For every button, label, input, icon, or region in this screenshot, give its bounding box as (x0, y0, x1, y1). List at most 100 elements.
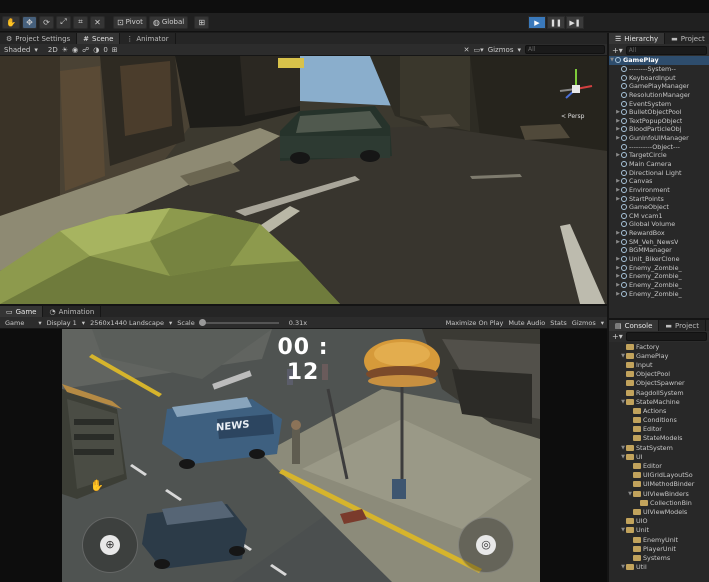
project-folder[interactable]: UIO (609, 517, 709, 526)
project-folder[interactable]: ▼ UI (609, 452, 709, 461)
project-folder[interactable]: ▼ StatSystem (609, 443, 709, 452)
tab-project[interactable]: ▬ Project (665, 33, 709, 44)
hierarchy-item[interactable]: --------System-- (609, 65, 709, 74)
play-button[interactable]: ▶ (528, 16, 546, 29)
project-folder[interactable]: RagdollSystem (609, 388, 709, 397)
hierarchy-item[interactable]: CM vcam1 (609, 212, 709, 221)
scene-search-input[interactable]: All (525, 45, 605, 54)
project-folder[interactable]: Editor (609, 461, 709, 470)
scale-slider-knob[interactable] (198, 318, 206, 326)
project-folder[interactable]: Actions (609, 406, 709, 415)
tab-scene[interactable]: # Scene (77, 33, 121, 44)
project-folder[interactable]: ObjectSpawner (609, 379, 709, 388)
hierarchy-search-input[interactable]: All (625, 45, 707, 55)
project-folder[interactable]: ▼ Util (609, 563, 709, 572)
project-folder[interactable]: ▼ StateMachine (609, 397, 709, 406)
tab-hierarchy[interactable]: ☰ Hierarchy (609, 33, 666, 44)
project-folder[interactable]: UIGridLayoutSo (609, 471, 709, 480)
tab-project-settings[interactable]: ⚙ Project Settings (0, 33, 78, 44)
project-folder[interactable]: StateModels (609, 434, 709, 443)
view-mode-dropdown[interactable]: Game (5, 319, 24, 327)
hierarchy-item[interactable]: EventSystem (609, 99, 709, 108)
maximize-on-play-toggle[interactable]: Maximize On Play (446, 319, 504, 327)
hierarchy-item[interactable]: ▶ TargetCircle (609, 151, 709, 160)
game-viewport[interactable]: 00 : 12 NEWS ⊕ ◎ ✋ (62, 329, 540, 582)
rotate-tool-button[interactable]: ⟳ (38, 15, 54, 29)
hierarchy-item[interactable]: ▶ BloodParticleObj (609, 125, 709, 134)
grid-icon[interactable]: ⊞ (112, 46, 118, 54)
gizmos-dropdown[interactable]: Gizmos (488, 46, 514, 54)
hierarchy-item[interactable]: ResolutionManager (609, 91, 709, 100)
hierarchy-item[interactable]: GameObject (609, 203, 709, 212)
project-folder[interactable]: Input (609, 360, 709, 369)
hierarchy-item[interactable]: ▶ Environment (609, 186, 709, 195)
hand-tool-button[interactable]: ✋ (2, 15, 20, 29)
project-folder[interactable]: UIMethodBinder (609, 480, 709, 489)
project-folder[interactable]: Conditions (609, 416, 709, 425)
scale-tool-button[interactable]: ⤢ (55, 15, 71, 29)
pause-button[interactable]: ❚❚ (547, 16, 565, 29)
hierarchy-item[interactable]: BGMManager (609, 246, 709, 255)
project-search-input[interactable] (625, 332, 707, 341)
hierarchy-item[interactable]: ----------Object--- (609, 142, 709, 151)
step-button[interactable]: ▶❚ (566, 16, 584, 29)
draw-mode-dropdown[interactable]: Shaded (4, 46, 30, 54)
gizmos-toggle[interactable]: Gizmos (572, 319, 596, 327)
transform-tool-button[interactable]: ✕ (89, 15, 105, 29)
hierarchy-item[interactable]: Global Volume (609, 220, 709, 229)
project-folder[interactable]: Systems (609, 553, 709, 562)
2d-toggle[interactable]: 2D (48, 46, 58, 54)
hierarchy-item[interactable]: ▶ Enemy_Zombie_ (609, 272, 709, 281)
mute-audio-toggle[interactable]: Mute Audio (508, 319, 545, 327)
hierarchy-item[interactable]: ▶ BulletObjectPool (609, 108, 709, 117)
hierarchy-item[interactable]: KeyboardInput (609, 73, 709, 82)
project-folder[interactable]: ▼ GamePlay (609, 351, 709, 360)
visibility-icon[interactable]: ◑ (93, 46, 99, 54)
hierarchy-item[interactable]: ▶ SM_Veh_NewsV (609, 237, 709, 246)
move-joystick[interactable]: ⊕ (82, 517, 138, 573)
move-tool-button[interactable]: ✥ (21, 15, 37, 29)
camera-icon[interactable]: ▭▾ (474, 46, 484, 54)
persp-label[interactable]: < Persp (561, 113, 584, 120)
hierarchy-item[interactable]: ▶ Enemy_Zombie_ (609, 289, 709, 298)
project-folder[interactable]: ObjectPool (609, 370, 709, 379)
audio-toggle-icon[interactable]: ◉ (72, 46, 78, 54)
tab-game[interactable]: ▭ Game (0, 306, 44, 317)
project-folder[interactable]: PlayerUnit (609, 544, 709, 553)
aim-joystick[interactable]: ◎ (458, 517, 514, 573)
tab-console[interactable]: ▤ Console (609, 320, 660, 331)
add-icon[interactable]: +▾ (612, 332, 623, 341)
hierarchy-item[interactable]: ▶ Enemy_Zombie_ (609, 263, 709, 272)
scene-viewport[interactable]: < Persp (0, 56, 607, 304)
rect-tool-button[interactable]: ⌗ (72, 15, 88, 29)
pivot-toggle[interactable]: ⊡ Pivot (112, 15, 147, 29)
hierarchy-item[interactable]: ▶ Canvas (609, 177, 709, 186)
tools-icon[interactable]: ✕ (464, 46, 470, 54)
hierarchy-item[interactable]: Main Camera (609, 160, 709, 169)
lighting-toggle-icon[interactable]: ☀ (62, 46, 68, 54)
project-folder[interactable]: Factory (609, 342, 709, 351)
project-folder[interactable]: Editor (609, 425, 709, 434)
global-toggle[interactable]: ◍ Global (148, 15, 189, 29)
project-folder[interactable]: EnemyUnit (609, 535, 709, 544)
project-folder[interactable]: UIViewModels (609, 507, 709, 516)
add-icon[interactable]: +▾ (612, 46, 623, 55)
stats-toggle[interactable]: Stats (550, 319, 567, 327)
grid-snap-button[interactable]: ⊞ (194, 15, 210, 29)
hierarchy-item[interactable]: ▶ Enemy_Zombie_ (609, 281, 709, 290)
tab-animation[interactable]: ◔ Animation (43, 306, 102, 317)
fx-toggle-icon[interactable]: ☍ (82, 46, 89, 54)
hierarchy-item[interactable]: ▶ Unit_BikerClone (609, 255, 709, 264)
hierarchy-item[interactable]: Directional Light (609, 168, 709, 177)
resolution-dropdown[interactable]: 2560x1440 Landscape (90, 319, 164, 327)
hierarchy-item[interactable]: ▶ GunInfoUIManager (609, 134, 709, 143)
display-dropdown[interactable]: Display 1 (47, 319, 77, 327)
hierarchy-item[interactable]: GamePlayManager (609, 82, 709, 91)
tab-animator[interactable]: ⋮ Animator (120, 33, 176, 44)
scale-slider[interactable] (198, 318, 279, 326)
tab-project[interactable]: ▬ Project (659, 320, 706, 331)
hierarchy-root-row[interactable]: ▼ GamePlay (609, 56, 709, 65)
hierarchy-item[interactable]: ▶ TextPopupObject (609, 116, 709, 125)
project-folder[interactable]: ▼ UIViewBinders (609, 489, 709, 498)
hierarchy-item[interactable]: ▶ StartPoints (609, 194, 709, 203)
